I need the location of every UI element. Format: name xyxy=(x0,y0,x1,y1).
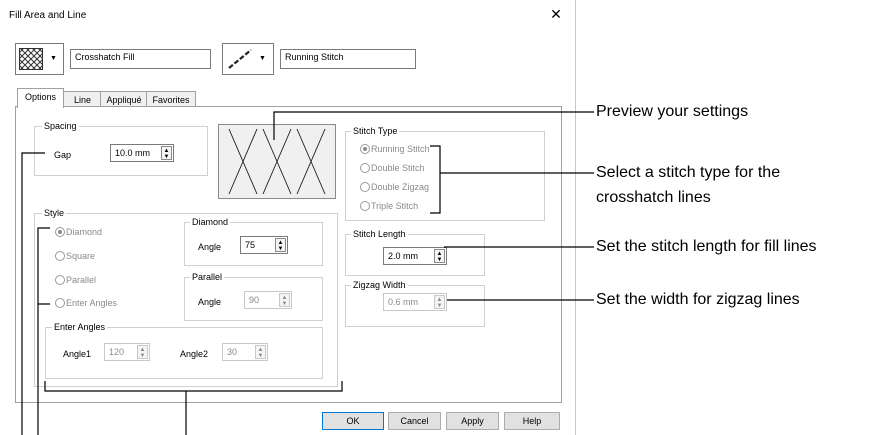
callout-zigzag-width: Set the width for zigzag lines xyxy=(596,291,800,308)
callout-stitch-type-line2: crosshatch lines xyxy=(596,189,711,206)
callout-stitch-length: Set the stitch length for fill lines xyxy=(596,238,817,255)
tab-options[interactable]: Options xyxy=(17,88,64,108)
tab-options-label: Options xyxy=(24,92,57,102)
callout-preview: Preview your settings xyxy=(596,103,749,120)
callout-leader-lines xyxy=(21,111,594,435)
callout-stitch-type-line1: Select a stitch type for the xyxy=(596,164,781,181)
